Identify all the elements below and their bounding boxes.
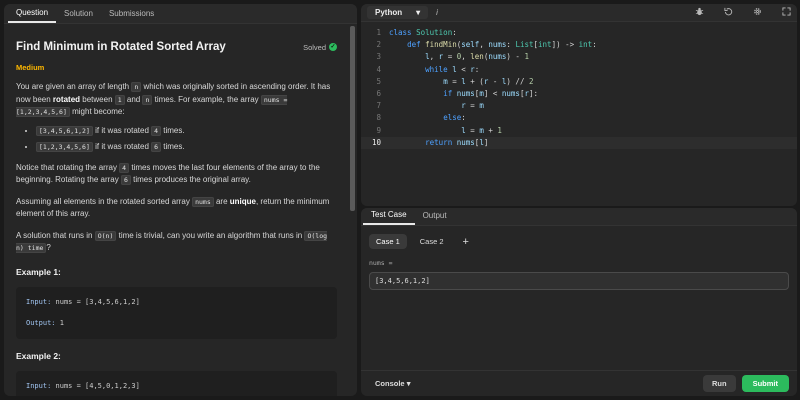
code-line: 8 else: [376, 113, 466, 123]
testcase-tabs: Test Case Output [361, 208, 797, 226]
check-circle-icon: ✓ [329, 43, 337, 51]
solved-status: Solved ✓ [303, 43, 337, 52]
code-line: 3 l, r = 0, len(nums) - 1 [376, 52, 529, 62]
problem-paragraph-1: You are given an array of length n which… [16, 82, 331, 117]
code-line: 7 r = m [376, 101, 484, 111]
code-line-current: 10 return nums[l] [361, 136, 797, 149]
language-select[interactable]: Python ▾ [367, 6, 429, 19]
scrollbar[interactable] [350, 26, 355, 211]
tab-output[interactable]: Output [415, 211, 455, 225]
gear-icon[interactable] [753, 7, 762, 18]
code-line: 4 while l < r: [376, 64, 480, 74]
example-2-title: Example 2: [16, 350, 61, 361]
problem-paragraph-2: Notice that rotating the array 4 times m… [16, 162, 320, 185]
problem-tabs: Question Solution Submissions [4, 4, 357, 24]
example-1-title: Example 1: [16, 266, 61, 277]
chevron-down-icon: ▾ [416, 8, 421, 17]
code-line: 1 class Solution: [376, 28, 457, 37]
bug-icon[interactable] [695, 7, 704, 18]
editor-toolbar: Python ▾ i [361, 4, 797, 22]
tab-test-case[interactable]: Test Case [363, 210, 415, 225]
problem-paragraph-4: A solution that runs in O(n) time is tri… [16, 230, 328, 253]
problem-title: Find Minimum in Rotated Sorted Array [16, 41, 226, 53]
fullscreen-icon[interactable] [782, 7, 791, 18]
problem-paragraph-3: Assuming all elements in the rotated sor… [16, 196, 330, 218]
case-2-tab[interactable]: Case 2 [413, 234, 451, 249]
info-icon[interactable]: i [436, 8, 438, 17]
problem-panel: Question Solution Submissions Find Minim… [4, 4, 357, 396]
reset-icon[interactable] [724, 7, 733, 18]
code-line: 5 m = l + (r - l) // 2 [376, 76, 534, 86]
nums-input-field[interactable]: [3,4,5,6,1,2] [369, 272, 789, 290]
code-line: 6 if nums[m] < nums[r]: [376, 88, 539, 98]
add-case-button[interactable]: + [463, 236, 469, 248]
case-1-tab[interactable]: Case 1 [369, 234, 407, 249]
code-line: 2 def findMin(self, nums: List[int]) -> … [376, 40, 597, 50]
chevron-down-icon: ▾ [406, 379, 411, 388]
run-button[interactable]: Run [702, 375, 736, 392]
list-item: [3,4,5,6,1,2] if it was rotated 4 times. [36, 125, 337, 137]
tab-question[interactable]: Question [8, 8, 57, 23]
example-2-block: Input: nums = [4,5,0,1,2,3] [16, 370, 337, 396]
footer-bar: Console ▾ Run Submit [361, 370, 797, 396]
code-line: 9 l = m + 1 [376, 125, 502, 135]
problem-description: Find Minimum in Rotated Sorted Array Sol… [4, 25, 349, 396]
tab-solution[interactable]: Solution [56, 9, 101, 23]
difficulty-badge: Medium [16, 63, 45, 72]
case-selector: Case 1 Case 2 + [369, 234, 797, 249]
solved-label: Solved [303, 42, 326, 52]
input-label: nums = [369, 259, 393, 267]
code-editor-panel: Python ▾ i 1 class Solution: 2 def findMi… [361, 4, 797, 206]
tab-submissions[interactable]: Submissions [101, 9, 162, 23]
example-1-block: Input: nums = [3,4,5,6,1,2] Output: 1 [16, 286, 337, 339]
list-item: [1,2,3,4,5,6] if it was rotated 6 times. [36, 141, 337, 153]
rotation-examples-list: [3,4,5,6,1,2] if it was rotated 4 times.… [16, 125, 337, 153]
code-area[interactable]: 1 class Solution: 2 def findMin(self, num… [361, 22, 797, 149]
submit-button[interactable]: Submit [741, 375, 789, 392]
testcase-panel: Test Case Output Case 1 Case 2 + nums = … [361, 208, 797, 396]
console-toggle[interactable]: Console ▾ [375, 379, 410, 388]
